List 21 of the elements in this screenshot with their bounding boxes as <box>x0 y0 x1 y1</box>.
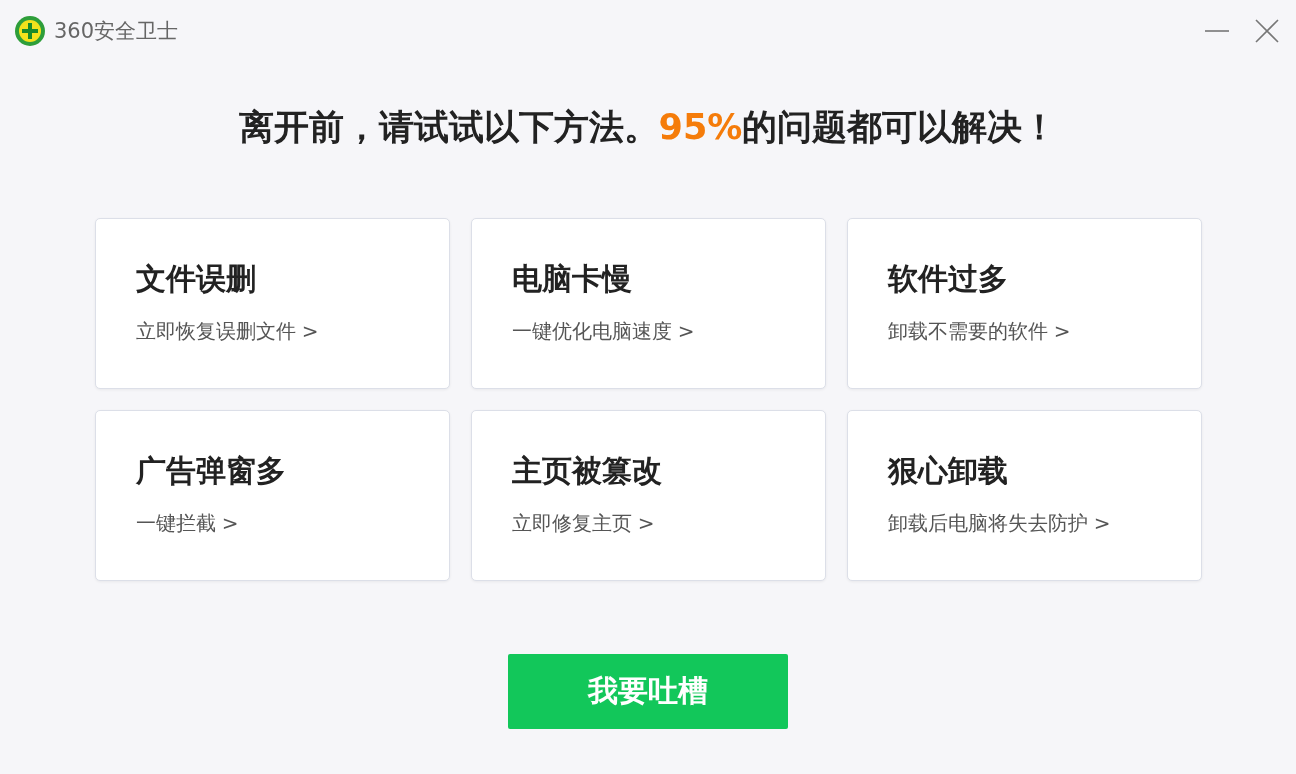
card-title: 狠心卸载 <box>887 452 1008 490</box>
option-card[interactable]: 文件误删 立即恢复误删文件 > <box>94 218 450 389</box>
card-title: 软件过多 <box>887 260 1008 298</box>
window-title: 360安全卫士 <box>54 18 179 45</box>
heading: 离开前，请试试以下方法。95%的问题都可以解决！ <box>237 106 1059 149</box>
option-card[interactable]: 狠心卸载 卸载后电脑将失去防护 > <box>846 410 1202 581</box>
card-action-link[interactable]: 一键优化电脑速度 > <box>511 318 695 345</box>
card-action-link[interactable]: 卸载后电脑将失去防护 > <box>887 510 1111 537</box>
card-title: 主页被篡改 <box>511 452 662 490</box>
card-action-link[interactable]: 立即恢复误删文件 > <box>135 318 319 345</box>
option-card[interactable]: 广告弹窗多 一键拦截 > <box>94 410 450 581</box>
card-action-link[interactable]: 卸载不需要的软件 > <box>887 318 1071 345</box>
card-title: 文件误删 <box>135 260 256 298</box>
card-title: 广告弹窗多 <box>135 452 286 490</box>
card-action-link[interactable]: 一键拦截 > <box>135 510 239 537</box>
option-card[interactable]: 软件过多 卸载不需要的软件 > <box>846 218 1202 389</box>
option-card[interactable]: 主页被篡改 立即修复主页 > <box>470 410 826 581</box>
logo-icon <box>14 15 46 47</box>
card-title: 电脑卡慢 <box>511 260 632 298</box>
card-action-link[interactable]: 立即修复主页 > <box>511 510 655 537</box>
option-card[interactable]: 电脑卡慢 一键优化电脑速度 > <box>470 218 826 389</box>
